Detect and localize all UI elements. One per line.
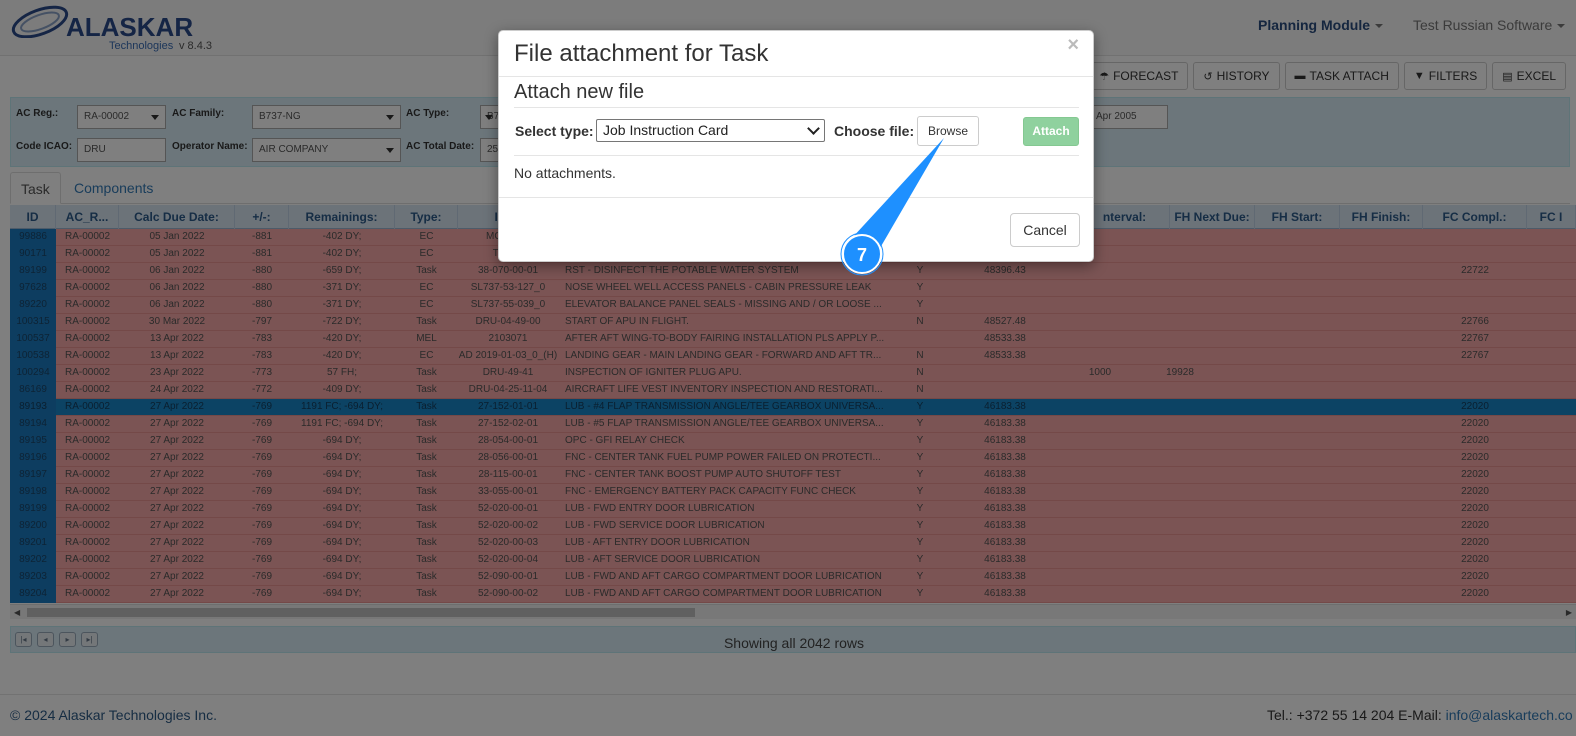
- close-icon[interactable]: ×: [1067, 34, 1079, 57]
- section-divider: [514, 107, 1079, 108]
- modal-footer-divider: [499, 197, 1093, 198]
- file-type-select[interactable]: Job Instruction Card: [596, 119, 825, 142]
- choose-file-label: Choose file:: [834, 123, 915, 139]
- select-type-label: Select type:: [515, 123, 594, 139]
- no-attachments-text: No attachments.: [514, 165, 616, 181]
- modal-header-divider: [499, 76, 1093, 77]
- file-type-value: Job Instruction Card: [603, 122, 729, 138]
- attach-new-file-heading: Attach new file: [514, 81, 645, 103]
- browse-button[interactable]: Browse: [917, 116, 979, 146]
- attach-button[interactable]: Attach: [1023, 117, 1079, 146]
- modal-title: File attachment for Task: [514, 40, 769, 67]
- section-divider-2: [514, 155, 1079, 156]
- cancel-button[interactable]: Cancel: [1010, 213, 1080, 247]
- file-attachment-modal: File attachment for Task × Attach new fi…: [498, 30, 1094, 262]
